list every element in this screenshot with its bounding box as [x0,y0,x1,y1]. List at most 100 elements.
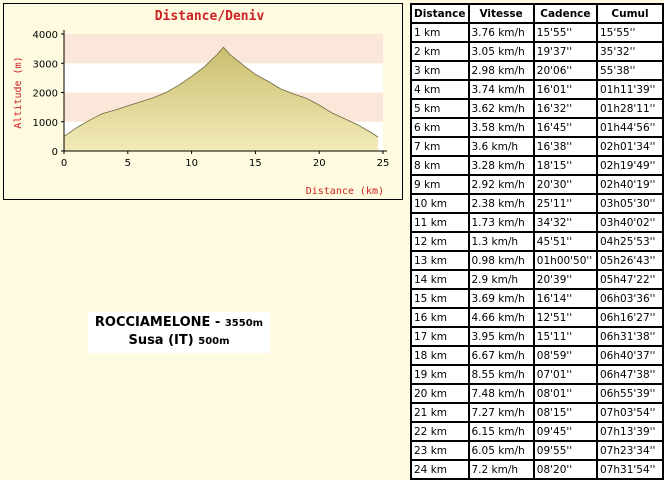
cell-cumul: 03h40'02'' [598,214,662,231]
cell-cadence: 08'01'' [534,385,596,402]
route-caption: ROCCIAMELONE - 3550m Susa (IT) 500m [88,312,270,353]
header-vitesse: Vitesse [469,5,533,22]
x-tick-label: 0 [61,158,67,169]
chart-title: Distance/Deniv [155,9,265,24]
cell-vitesse: 3.69 km/h [469,290,533,307]
cell-distance: 3 km [412,62,468,79]
cell-distance: 1 km [412,24,468,41]
split-times-table: Distance Vitesse Cadence Cumul 1 km 3.76 … [410,3,664,480]
cell-distance: 20 km [412,385,468,402]
cell-distance: 15 km [412,290,468,307]
cell-vitesse: 2.98 km/h [469,62,533,79]
header-cadence: Cadence [534,5,596,22]
x-tick-label: 15 [249,158,262,169]
cell-distance: 6 km [412,119,468,136]
cell-vitesse: 2.92 km/h [469,176,533,193]
table-row: 8 km 3.28 km/h 18'15'' 02h19'49'' [412,157,662,174]
table-row: 4 km 3.74 km/h 16'01'' 01h11'39'' [412,81,662,98]
cell-distance: 10 km [412,195,468,212]
cell-cadence: 07'01'' [534,366,596,383]
cell-distance: 4 km [412,81,468,98]
table-row: 23 km 6.05 km/h 09'55'' 07h23'34'' [412,442,662,459]
table-row: 11 km 1.73 km/h 34'32'' 03h40'02'' [412,214,662,231]
header-distance: Distance [412,5,468,22]
cell-vitesse: 3.05 km/h [469,43,533,60]
cell-distance: 18 km [412,347,468,364]
cell-vitesse: 2.38 km/h [469,195,533,212]
table-row: 9 km 2.92 km/h 20'30'' 02h40'19'' [412,176,662,193]
cell-distance: 14 km [412,271,468,288]
cell-cumul: 05h47'22'' [598,271,662,288]
cell-vitesse: 1.3 km/h [469,233,533,250]
cell-cadence: 20'30'' [534,176,596,193]
cell-cumul: 06h47'38'' [598,366,662,383]
cell-cumul: 06h40'37'' [598,347,662,364]
cell-cumul: 02h19'49'' [598,157,662,174]
table-row: 24 km 7.2 km/h 08'20'' 07h31'54'' [412,461,662,478]
cell-cadence: 19'37'' [534,43,596,60]
cell-cadence: 16'32'' [534,100,596,117]
x-tick-label: 25 [377,158,390,169]
start-name: Susa (IT) [128,333,199,348]
table-row: 14 km 2.9 km/h 20'39'' 05h47'22'' [412,271,662,288]
start-altitude: 500m [198,336,230,347]
cell-cumul: 06h31'38'' [598,328,662,345]
cell-cadence: 16'38'' [534,138,596,155]
cell-cumul: 07h31'54'' [598,461,662,478]
table-row: 20 km 7.48 km/h 08'01'' 06h55'39'' [412,385,662,402]
caption-start-line: Susa (IT) 500m [88,332,270,350]
cell-cadence: 45'51'' [534,233,596,250]
table-row: 5 km 3.62 km/h 16'32'' 01h28'11'' [412,100,662,117]
summit-name: ROCCIAMELONE - [94,315,225,330]
cell-distance: 23 km [412,442,468,459]
cell-cadence: 20'39'' [534,271,596,288]
cell-vitesse: 8.55 km/h [469,366,533,383]
table-row: 22 km 6.15 km/h 09'45'' 07h13'39'' [412,423,662,440]
cell-cumul: 04h25'53'' [598,233,662,250]
cell-cadence: 16'01'' [534,81,596,98]
table-row: 2 km 3.05 km/h 19'37'' 35'32'' [412,43,662,60]
cell-distance: 12 km [412,233,468,250]
cell-cumul: 07h23'34'' [598,442,662,459]
table-row: 13 km 0.98 km/h 01h00'50'' 05h26'43'' [412,252,662,269]
elevation-chart: 0 1000 2000 3000 4000 0 5 10 15 20 25 Distance/Deni… [13,9,390,197]
cell-vitesse: 3.74 km/h [469,81,533,98]
cell-vitesse: 7.2 km/h [469,461,533,478]
cell-vitesse: 3.6 km/h [469,138,533,155]
cell-vitesse: 2.9 km/h [469,271,533,288]
cell-vitesse: 3.76 km/h [469,24,533,41]
cell-vitesse: 0.98 km/h [469,252,533,269]
cell-vitesse: 4.66 km/h [469,309,533,326]
cell-distance: 5 km [412,100,468,117]
x-tick-label: 5 [125,158,131,169]
cell-vitesse: 7.27 km/h [469,404,533,421]
cell-distance: 19 km [412,366,468,383]
y-tick-label: 2000 [33,89,58,100]
cell-vitesse: 1.73 km/h [469,214,533,231]
cell-distance: 21 km [412,404,468,421]
cell-cumul: 07h13'39'' [598,423,662,440]
caption-summit-line: ROCCIAMELONE - 3550m [88,314,270,332]
cell-cumul: 15'55'' [598,24,662,41]
table-row: 18 km 6.67 km/h 08'59'' 06h40'37'' [412,347,662,364]
header-cumul: Cumul [598,5,662,22]
cell-vitesse: 3.58 km/h [469,119,533,136]
y-tick-label: 4000 [33,30,58,41]
cell-cadence: 15'11'' [534,328,596,345]
y-tick-label: 1000 [33,118,58,129]
table-row: 19 km 8.55 km/h 07'01'' 06h47'38'' [412,366,662,383]
cell-distance: 24 km [412,461,468,478]
cell-distance: 11 km [412,214,468,231]
y-axis-label: Altitude (m) [13,56,24,128]
cell-cumul: 07h03'54'' [598,404,662,421]
cell-cumul: 03h05'30'' [598,195,662,212]
x-axis-label: Distance (km) [306,186,384,197]
table-row: 1 km 3.76 km/h 15'55'' 15'55'' [412,24,662,41]
cell-distance: 16 km [412,309,468,326]
table-header-row: Distance Vitesse Cadence Cumul [412,5,662,22]
cell-distance: 13 km [412,252,468,269]
cell-cadence: 25'11'' [534,195,596,212]
cell-vitesse: 6.67 km/h [469,347,533,364]
y-tick-label: 3000 [33,59,58,70]
cell-cadence: 16'14'' [534,290,596,307]
